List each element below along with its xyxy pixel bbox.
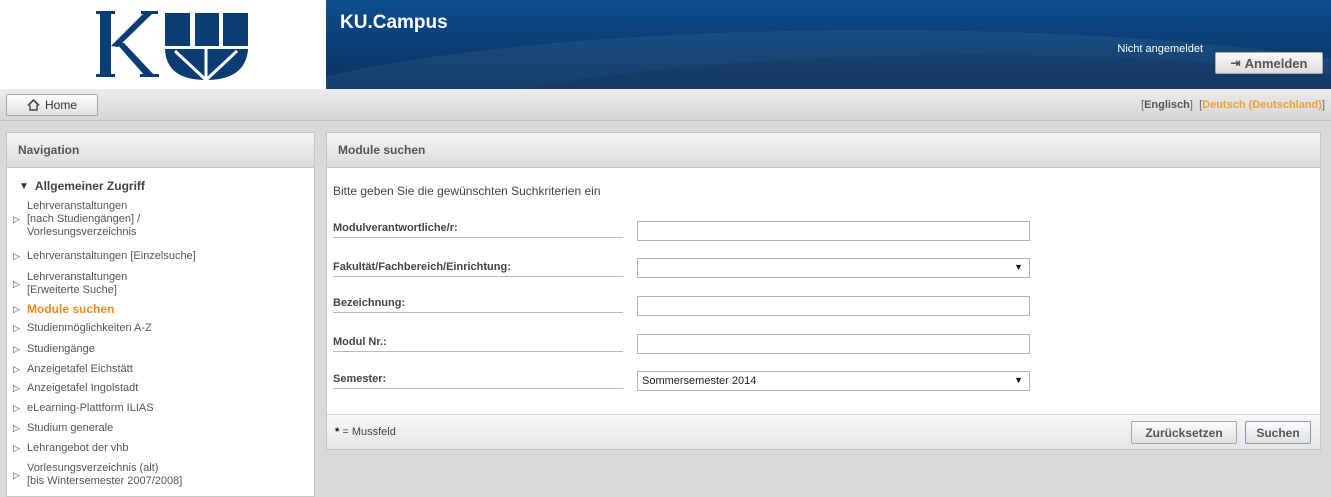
- home-icon: [27, 99, 40, 111]
- nav-item-label: Vorlesungsverzeichnis (alt) [bis Winters…: [27, 462, 183, 487]
- home-button-label: Home: [44, 98, 77, 112]
- dropdown-arrow-icon: ▼: [1014, 375, 1023, 385]
- nav-item-label: Studiengänge: [27, 343, 95, 355]
- required-note-text: = Mussfeld: [342, 426, 396, 438]
- modul-nr-input[interactable]: [637, 334, 1030, 354]
- bezeichnung-input[interactable]: [637, 296, 1030, 316]
- expanded-triangle-icon: ▼: [19, 180, 29, 192]
- nav-group-label: Allgemeiner Zugriff: [34, 179, 145, 193]
- fakultaet-label: Fakultät/Fachbereich/Einrichtung:: [333, 261, 623, 277]
- search-button[interactable]: Suchen: [1245, 421, 1311, 444]
- login-button[interactable]: ⇥ Anmelden: [1215, 52, 1323, 74]
- bezeichnung-label: Bezeichnung:: [333, 297, 623, 313]
- nav-item-ilias[interactable]: ▷ eLearning-Plattform ILIAS: [13, 402, 154, 415]
- navigation-panel: Navigation ▼ Allgemeiner Zugriff ▷ Lehrv…: [6, 132, 315, 497]
- modulverantwortliche-label: Modulverantwortliche/r:: [333, 222, 623, 238]
- collapsed-triangle-icon: ▷: [13, 214, 20, 224]
- nav-item-vorlesungsverzeichnis-alt[interactable]: ▷ Vorlesungsverzeichnis (alt) [bis Winte…: [13, 462, 182, 488]
- login-button-label: Anmelden: [1244, 55, 1308, 71]
- language-switch: [Englisch] [Deutsch (Deutschland)]: [1141, 99, 1325, 111]
- app-title: KU.Campus: [340, 12, 448, 33]
- nav-item-label: Lehrveranstaltungen [nach Studiengängen]…: [27, 200, 141, 238]
- collapsed-triangle-icon: ▷: [13, 344, 20, 354]
- collapsed-triangle-icon: ▷: [13, 423, 20, 433]
- dropdown-arrow-icon: ▼: [1014, 262, 1023, 272]
- ku-logo-icon: [96, 11, 248, 82]
- main-panel-title: Module suchen: [327, 133, 1320, 168]
- nav-item-studium-generale[interactable]: ▷ Studium generale: [13, 422, 113, 435]
- collapsed-triangle-icon: ▷: [13, 278, 20, 289]
- nav-item-label: Anzeigetafel Eichstätt: [27, 363, 133, 375]
- required-field-note: * = Mussfeld: [335, 426, 396, 438]
- nav-item-label: Studium generale: [27, 422, 114, 434]
- nav-item-label: eLearning-Plattform ILIAS: [27, 402, 154, 414]
- nav-item-einzelsuche[interactable]: ▷ Lehrveranstaltungen [Einzelsuche]: [13, 250, 196, 263]
- required-star: *: [335, 426, 340, 438]
- collapsed-triangle-icon: ▷: [13, 251, 20, 261]
- nav-item-module-suchen[interactable]: ▷ Module suchen: [13, 303, 114, 316]
- collapsed-triangle-icon: ▷: [13, 304, 20, 314]
- logo[interactable]: [0, 0, 326, 89]
- login-status: Nicht angemeldet: [1117, 43, 1203, 55]
- nav-item-label: Lehrveranstaltungen [Einzelsuche]: [27, 250, 196, 262]
- semester-select-value: Sommersemester 2014: [642, 375, 757, 387]
- nav-item-label: Studienmöglichkeiten A-Z: [27, 322, 152, 334]
- nav-item-erweiterte-suche[interactable]: ▷ Lehrveranstaltungen [Erweiterte Suche]: [13, 271, 127, 297]
- nav-panel-title: Navigation: [7, 133, 314, 168]
- reset-button[interactable]: Zurücksetzen: [1131, 421, 1237, 444]
- collapsed-triangle-icon: ▷: [13, 323, 20, 333]
- module-search-panel: Module suchen Bitte geben Sie die gewüns…: [326, 132, 1321, 450]
- nav-item-vhb[interactable]: ▷ Lehrangebot der vhb: [13, 442, 129, 455]
- sign-in-icon: ⇥: [1230, 56, 1241, 70]
- nav-item-label: Anzeigetafel Ingolstadt: [27, 382, 139, 394]
- collapsed-triangle-icon: ▷: [13, 443, 20, 453]
- home-button[interactable]: Home: [6, 94, 98, 116]
- collapsed-triangle-icon: ▷: [13, 469, 20, 480]
- nav-item-studiengaenge[interactable]: ▷ Studiengänge: [13, 343, 95, 356]
- search-intro-text: Bitte geben Sie die gewünschten Suchkrit…: [333, 184, 601, 198]
- lang-english-link[interactable]: Englisch: [1144, 99, 1190, 111]
- semester-select[interactable]: Sommersemester 2014 ▼: [637, 371, 1030, 391]
- nav-item-anzeigetafel-ingolstadt[interactable]: ▷ Anzeigetafel Ingolstadt: [13, 382, 138, 395]
- collapsed-triangle-icon: ▷: [13, 403, 20, 413]
- toolbar: Home [Englisch] [Deutsch (Deutschland)]: [0, 89, 1331, 121]
- nav-item-label: Lehrveranstaltungen [Erweiterte Suche]: [27, 271, 128, 296]
- nav-item-anzeigetafel-eichstaett[interactable]: ▷ Anzeigetafel Eichstätt: [13, 363, 133, 376]
- semester-label: Semester:: [333, 373, 623, 389]
- modulverantwortliche-input[interactable]: [637, 221, 1030, 241]
- nav-item-label: Module suchen: [27, 302, 115, 316]
- nav-item-label: Lehrangebot der vhb: [27, 442, 129, 454]
- nav-item-lehrveranstaltungen-studiengaenge[interactable]: ▷ Lehrveranstaltungen [nach Studiengänge…: [13, 200, 140, 239]
- nav-item-studienmoeglichkeiten[interactable]: ▷ Studienmöglichkeiten A-Z: [13, 322, 152, 335]
- form-footer: * = Mussfeld Zurücksetzen Suchen: [327, 414, 1320, 449]
- fakultaet-select[interactable]: ▼: [637, 258, 1030, 278]
- nav-group-general[interactable]: ▼ Allgemeiner Zugriff: [19, 179, 145, 193]
- page-header: KU.Campus Nicht angemeldet ⇥ Anmelden: [0, 0, 1331, 89]
- header-banner: KU.Campus Nicht angemeldet ⇥ Anmelden: [326, 0, 1331, 89]
- lang-german-link[interactable]: Deutsch (Deutschland): [1202, 99, 1322, 111]
- collapsed-triangle-icon: ▷: [13, 383, 20, 393]
- collapsed-triangle-icon: ▷: [13, 364, 20, 374]
- modul-nr-label: Modul Nr.:: [333, 336, 623, 352]
